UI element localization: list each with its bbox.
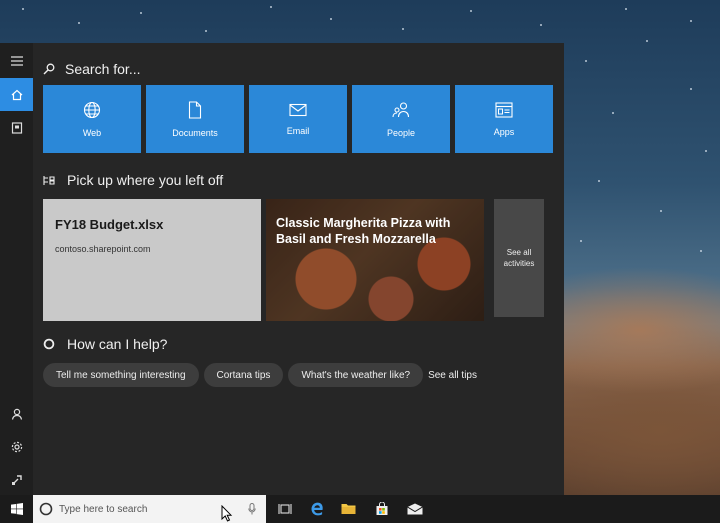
tile-label: Web xyxy=(82,127,102,138)
suggestion-chip[interactable]: Cortana tips xyxy=(203,363,284,387)
feedback-icon xyxy=(11,474,22,485)
suggestion-chip[interactable]: Tell me something interesting xyxy=(43,363,199,387)
search-icon xyxy=(43,63,55,75)
store-icon xyxy=(376,502,387,515)
tile-label: Documents xyxy=(172,127,218,138)
document-source: contoso.sharepoint.com xyxy=(55,244,151,254)
windows-logo-icon xyxy=(10,503,23,515)
recent-article-card[interactable]: Classic Margherita Pizza with Basil and … xyxy=(266,199,484,321)
recent-document-card[interactable]: FY18 Budget.xlsx contoso.sharepoint.com xyxy=(43,199,261,321)
store-button[interactable] xyxy=(365,495,398,523)
feedback-button[interactable] xyxy=(0,463,33,496)
task-view-button[interactable] xyxy=(268,495,301,523)
edge-browser-button[interactable] xyxy=(300,495,333,523)
taskbar: Type here to search xyxy=(0,495,720,523)
tile-people[interactable]: People xyxy=(352,85,450,153)
home-button[interactable] xyxy=(0,78,33,111)
settings-button[interactable] xyxy=(0,430,33,463)
cortana-ring-icon xyxy=(43,338,55,350)
document-icon xyxy=(188,100,202,119)
section-title-label: Pick up where you left off xyxy=(67,172,224,188)
globe-icon xyxy=(83,101,101,118)
help-heading: How can I help? xyxy=(43,334,167,354)
article-title: Classic Margherita Pizza with Basil and … xyxy=(276,216,451,246)
mail-app-button[interactable] xyxy=(398,495,431,523)
notebook-icon xyxy=(11,121,22,134)
file-explorer-button[interactable] xyxy=(332,495,365,523)
people-icon xyxy=(392,101,410,117)
task-view-icon xyxy=(277,504,292,514)
tile-apps[interactable]: Apps xyxy=(455,85,553,153)
help-title-label: How can I help? xyxy=(67,336,168,352)
start-button[interactable] xyxy=(0,495,33,523)
timeline-icon xyxy=(43,175,55,185)
account-button[interactable] xyxy=(0,397,33,430)
cortana-home-panel: Search for... Web Documents Email People… xyxy=(33,43,564,495)
gear-icon xyxy=(11,441,22,452)
see-all-activities-label: See all activities xyxy=(503,248,535,268)
hamburger-icon xyxy=(10,55,23,66)
home-icon xyxy=(11,89,22,100)
search-prompt-label: Search for... xyxy=(65,61,141,77)
document-title: FY18 Budget.xlsx xyxy=(55,217,164,232)
mail-app-icon xyxy=(406,503,423,515)
start-menu-rail xyxy=(0,43,33,495)
hamburger-menu-button[interactable] xyxy=(0,44,33,77)
search-prompt[interactable]: Search for... xyxy=(43,59,140,79)
suggestion-chips: Tell me something interesting Cortana ti… xyxy=(43,363,477,387)
search-category-tiles: Web Documents Email People Apps xyxy=(43,85,553,153)
tile-label: Email xyxy=(286,125,310,136)
recent-activity-heading: Pick up where you left off xyxy=(43,170,223,190)
apps-icon xyxy=(495,101,513,118)
cortana-circle-icon xyxy=(39,502,53,516)
tile-label: Apps xyxy=(493,126,515,137)
taskbar-search-placeholder: Type here to search xyxy=(59,503,148,515)
edge-icon xyxy=(311,502,323,516)
microphone-icon[interactable] xyxy=(248,503,256,515)
notebook-button[interactable] xyxy=(0,111,33,144)
suggestion-chip[interactable]: What's the weather like? xyxy=(288,363,424,387)
mouse-cursor-icon xyxy=(221,505,233,522)
tile-label: People xyxy=(386,127,416,138)
tile-web[interactable]: Web xyxy=(43,85,141,153)
tile-email[interactable]: Email xyxy=(249,85,347,153)
tile-documents[interactable]: Documents xyxy=(146,85,244,153)
person-icon xyxy=(11,408,22,420)
see-all-activities-button[interactable]: See all activities xyxy=(494,199,544,317)
folder-icon xyxy=(341,504,356,514)
mail-icon xyxy=(289,103,307,116)
see-all-tips-link[interactable]: See all tips xyxy=(428,370,477,381)
